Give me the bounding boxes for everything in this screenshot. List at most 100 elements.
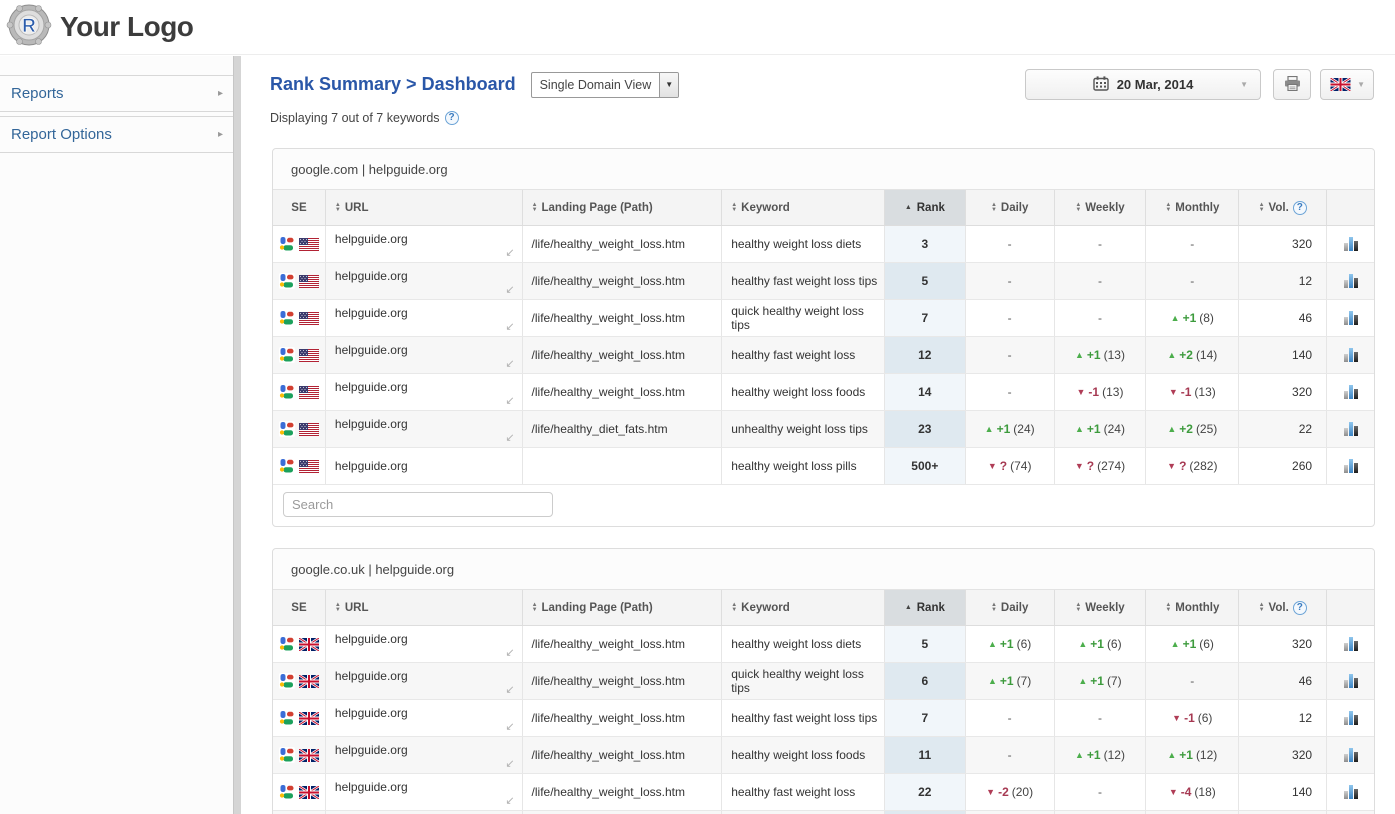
bar-chart-icon[interactable]	[1343, 459, 1358, 473]
chart-cell	[1327, 411, 1374, 447]
row-url[interactable]: helpguide.org	[335, 380, 408, 394]
change-delta: +1	[1183, 637, 1197, 651]
bar-chart-icon[interactable]	[1343, 311, 1358, 325]
bar-chart-icon[interactable]	[1343, 748, 1358, 762]
date-picker-button[interactable]: 20 Mar, 2014 ▼	[1025, 69, 1261, 100]
column-header-daily[interactable]: ▲▼Daily	[966, 190, 1055, 225]
up-arrow-icon: ▲	[988, 677, 997, 686]
external-link-icon[interactable]: ↙	[505, 794, 514, 807]
external-link-icon[interactable]: ↙	[505, 757, 514, 770]
volume-cell: 320	[1239, 374, 1327, 410]
external-link-icon[interactable]: ↙	[505, 283, 514, 296]
row-url[interactable]: helpguide.org	[335, 669, 408, 683]
row-landing-page: /life/healthy_weight_loss.htm	[532, 237, 685, 251]
question-help-icon[interactable]: ?	[445, 111, 459, 125]
row-url[interactable]: helpguide.org	[335, 232, 408, 246]
weekly-change-cell: ▲+1(7)	[1055, 663, 1147, 699]
sidebar-item-reports[interactable]: Reports ▸	[0, 75, 233, 112]
row-landing-page: /life/healthy_diet_fats.htm	[532, 422, 668, 436]
column-header-monthly[interactable]: ▲▼Monthly	[1146, 590, 1239, 625]
landing-page-cell: /life/healthy_weight_loss.htm	[523, 263, 723, 299]
language-flag-button[interactable]: ▼	[1320, 69, 1374, 100]
column-header-rank[interactable]: ▲Rank	[885, 590, 966, 625]
bar-chart-icon[interactable]	[1343, 422, 1358, 436]
row-url[interactable]: helpguide.org	[335, 632, 408, 646]
caret-down-icon: ▼	[1357, 80, 1365, 89]
row-url[interactable]: helpguide.org	[335, 743, 408, 757]
column-header-weekly[interactable]: ▲▼Weekly	[1055, 190, 1147, 225]
calendar-icon	[1093, 76, 1109, 94]
select-dropdown-button[interactable]: ▼	[659, 73, 678, 97]
search-input[interactable]	[283, 492, 553, 517]
column-header-vol[interactable]: ▲▼Vol. ?	[1239, 590, 1327, 625]
column-header-lp[interactable]: ▲▼Landing Page (Path)	[523, 590, 723, 625]
up-arrow-icon: ▲	[1167, 751, 1176, 760]
up-arrow-icon: ▲	[1075, 351, 1084, 360]
column-header-vol[interactable]: ▲▼Vol. ?	[1239, 190, 1327, 225]
previous-rank: (13)	[1102, 385, 1123, 399]
row-url[interactable]: helpguide.org	[335, 706, 408, 720]
external-link-icon[interactable]: ↙	[505, 394, 514, 407]
external-link-icon[interactable]: ↙	[505, 320, 514, 333]
rank-table-panel-google-com: google.com | helpguide.org SE▲▼URL▲▼Land…	[272, 148, 1375, 527]
external-link-icon[interactable]: ↙	[505, 246, 514, 259]
bar-chart-icon[interactable]	[1343, 785, 1358, 799]
row-landing-page: /life/healthy_weight_loss.htm	[532, 711, 685, 725]
column-header-rank[interactable]: ▲Rank	[885, 190, 966, 225]
chevron-right-icon: ▸	[218, 88, 223, 99]
bar-chart-icon[interactable]	[1343, 237, 1358, 251]
previous-rank: (7)	[1107, 674, 1122, 688]
sort-icon: ▲▼	[1165, 203, 1171, 213]
column-header-monthly[interactable]: ▲▼Monthly	[1146, 190, 1239, 225]
column-header-kw[interactable]: ▲▼Keyword	[722, 590, 885, 625]
bar-chart-icon[interactable]	[1343, 274, 1358, 288]
external-link-icon[interactable]: ↙	[505, 357, 514, 370]
keyword-cell: healthy fast weight loss tips	[722, 263, 885, 299]
bar-chart-icon[interactable]	[1343, 637, 1358, 651]
row-volume: 320	[1292, 237, 1312, 251]
bar-chart-icon[interactable]	[1343, 711, 1358, 725]
rank-cell: 7	[885, 700, 966, 736]
external-link-icon[interactable]: ↙	[505, 720, 514, 733]
weekly-change-cell: -	[1055, 263, 1147, 299]
change-delta: +1	[1000, 674, 1014, 688]
daily-change-cell: ▼?(74)	[966, 448, 1055, 484]
row-url[interactable]: helpguide.org	[335, 269, 408, 283]
row-url[interactable]: helpguide.org	[335, 459, 408, 473]
row-url[interactable]: helpguide.org	[335, 780, 408, 794]
column-header-weekly[interactable]: ▲▼Weekly	[1055, 590, 1147, 625]
row-url[interactable]: helpguide.org	[335, 343, 408, 357]
row-url[interactable]: helpguide.org	[335, 306, 408, 320]
rank-cell: 22	[885, 774, 966, 810]
sidebar-item-report-options[interactable]: Report Options ▸	[0, 116, 233, 153]
previous-rank: (274)	[1097, 459, 1125, 473]
bar-chart-icon[interactable]	[1343, 385, 1358, 399]
column-header-url[interactable]: ▲▼URL	[326, 190, 523, 225]
no-change-dash: -	[1190, 237, 1194, 251]
print-button[interactable]	[1273, 69, 1311, 100]
column-header-url[interactable]: ▲▼URL	[326, 590, 523, 625]
volume-cell: 320	[1239, 226, 1327, 262]
question-help-icon[interactable]: ?	[1293, 601, 1307, 615]
previous-rank: (12)	[1196, 748, 1217, 762]
country-flag-icon	[299, 638, 319, 651]
column-header-daily[interactable]: ▲▼Daily	[966, 590, 1055, 625]
question-help-icon[interactable]: ?	[1293, 201, 1307, 215]
external-link-icon[interactable]: ↙	[505, 646, 514, 659]
url-cell: helpguide.org	[326, 448, 523, 484]
bar-chart-icon[interactable]	[1343, 348, 1358, 362]
external-link-icon[interactable]: ↙	[505, 683, 514, 696]
row-volume: 140	[1292, 785, 1312, 799]
weekly-change-cell: ▲+1(12)	[1055, 737, 1147, 773]
column-header-kw[interactable]: ▲▼Keyword	[722, 190, 885, 225]
column-header-lp[interactable]: ▲▼Landing Page (Path)	[523, 190, 723, 225]
printer-icon	[1284, 76, 1301, 94]
change-delta: +2	[1179, 348, 1193, 362]
row-url[interactable]: helpguide.org	[335, 417, 408, 431]
view-select[interactable]: Single Domain View ▼	[531, 72, 680, 98]
google-icon	[279, 710, 295, 726]
bar-chart-icon[interactable]	[1343, 674, 1358, 688]
external-link-icon[interactable]: ↙	[505, 431, 514, 444]
rank-cell: 7	[885, 300, 966, 336]
down-arrow-icon: ▼	[986, 788, 995, 797]
